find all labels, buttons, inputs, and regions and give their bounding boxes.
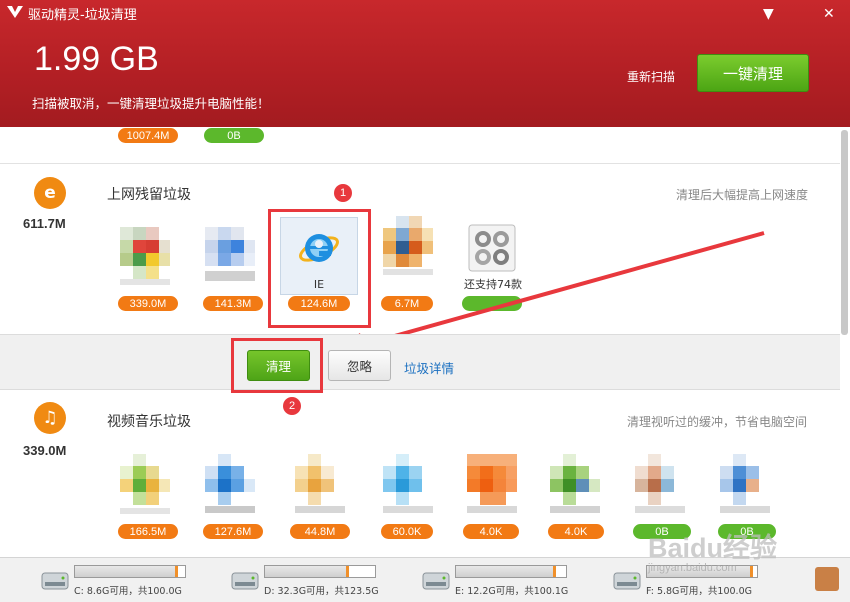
disk-space-text: E: 12.2G可用，共100.1G bbox=[455, 586, 569, 597]
highlight-box-ie bbox=[268, 209, 371, 328]
ie-e-icon: e bbox=[34, 177, 66, 209]
window-title: 驱动精灵-垃圾清理 bbox=[28, 8, 137, 23]
media-player-icon[interactable] bbox=[467, 454, 517, 514]
web-category-size: 611.7M bbox=[23, 216, 66, 231]
junk-details-link[interactable]: 垃圾详情 bbox=[404, 358, 454, 377]
disk-space-text: D: 32.3G可用，共123.5G bbox=[264, 586, 379, 597]
media-player-icon[interactable] bbox=[295, 454, 345, 514]
media-category-size: 339.0M bbox=[23, 443, 67, 458]
item-size-pill: 141.3M bbox=[203, 296, 263, 311]
disk-usage-bar bbox=[264, 565, 376, 578]
media-player-icon[interactable] bbox=[120, 454, 170, 514]
clean-all-button[interactable]: 一键清理 bbox=[697, 54, 809, 92]
scan-hint-text: 扫描被取消，一键清理垃圾提升电脑性能！ bbox=[32, 96, 270, 111]
item-size-pill: 4.0K bbox=[548, 524, 604, 539]
disk-c[interactable]: C: 8.6G可用，共100.0G bbox=[40, 563, 230, 597]
minimize-button[interactable]: ▼ bbox=[763, 6, 774, 22]
step-marker-2: 2 bbox=[283, 397, 301, 415]
media-player-icon[interactable] bbox=[635, 454, 685, 514]
disk-usage-fill bbox=[456, 566, 556, 577]
disk-usage-bar bbox=[74, 565, 186, 578]
app-logo-icon bbox=[7, 6, 23, 18]
media-player-icon[interactable] bbox=[205, 454, 255, 514]
rescan-link[interactable]: 重新扫描 bbox=[627, 68, 675, 85]
watermark-text: Baidu经验 bbox=[648, 533, 778, 563]
disk-e[interactable]: E: 12.2G可用，共100.1G bbox=[421, 563, 611, 597]
music-note-icon: ♫ bbox=[34, 402, 66, 434]
prev-item-size-pill: 1007.4M bbox=[118, 128, 178, 143]
step-marker-1: 1 bbox=[334, 184, 352, 202]
hard-disk-icon bbox=[231, 572, 259, 590]
web-category-tip: 清理后大幅提高上网速度 bbox=[676, 188, 809, 202]
media-player-icon[interactable] bbox=[550, 454, 600, 514]
highlight-box-clean bbox=[231, 338, 323, 393]
browser-icon[interactable] bbox=[120, 227, 170, 287]
hard-disk-icon bbox=[613, 572, 641, 590]
web-category-title: 上网残留垃圾 bbox=[107, 187, 191, 203]
hard-disk-icon bbox=[422, 572, 450, 590]
item-size-pill: 60.0K bbox=[381, 524, 433, 539]
baidu-watermark: Baidu经验 jingyan.baidu.com bbox=[648, 526, 848, 578]
item-size-pill: 127.6M bbox=[203, 524, 263, 539]
disk-space-text: C: 8.6G可用，共100.0G bbox=[74, 586, 182, 597]
hard-disk-icon bbox=[41, 572, 69, 590]
header-banner: 驱动精灵-垃圾清理 ▼ ✕ 1.99 GB 扫描被取消，一键清理垃圾提升电脑性能… bbox=[0, 0, 850, 127]
item-size-pill: 166.5M bbox=[118, 524, 178, 539]
media-player-icon[interactable] bbox=[383, 454, 433, 514]
disk-usage-bar bbox=[455, 565, 567, 578]
media-player-icon[interactable] bbox=[720, 454, 770, 514]
item-size-pill: 4.0K bbox=[463, 524, 519, 539]
browser-icon[interactable] bbox=[205, 227, 255, 287]
disk-usage-fill bbox=[265, 566, 350, 577]
prev-item-size-pill: 0B bbox=[204, 128, 264, 143]
item-size-pill: 339.0M bbox=[118, 296, 178, 311]
media-category-tip: 清理视听过的缓冲，节省电脑空间 bbox=[627, 415, 808, 429]
media-category-title: 视频音乐垃圾 bbox=[107, 414, 191, 430]
disk-usage-fill bbox=[75, 566, 179, 577]
close-button[interactable]: ✕ bbox=[823, 6, 835, 22]
ignore-button[interactable]: 忽略 bbox=[328, 350, 391, 381]
section-divider bbox=[0, 163, 840, 164]
content-scrollbar[interactable] bbox=[841, 130, 848, 335]
watermark-url: jingyan.baidu.com bbox=[648, 562, 737, 574]
item-size-pill: 44.8M bbox=[290, 524, 350, 539]
disk-d[interactable]: D: 32.3G可用，共123.5G bbox=[230, 563, 420, 597]
total-junk-size: 1.99 GB bbox=[34, 40, 159, 78]
disk-space-text: F: 5.8G可用，共100.0G bbox=[646, 586, 752, 597]
